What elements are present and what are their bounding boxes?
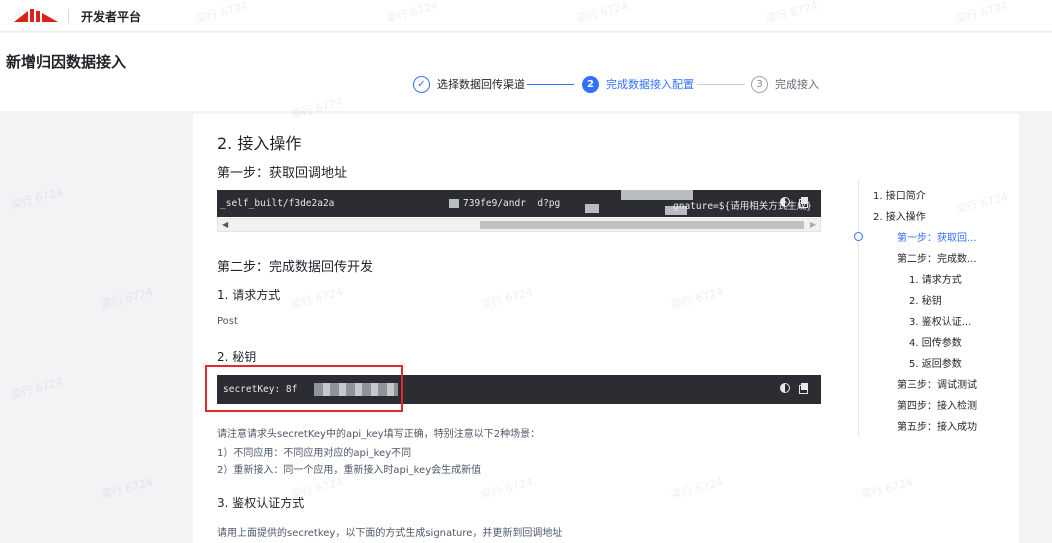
page-title: 新增归因数据接入	[6, 53, 127, 71]
watermark: 梁行 6724	[9, 375, 65, 402]
toc-item[interactable]: 第五步：接入成功	[897, 418, 977, 433]
toc-item[interactable]: 1. 接口简介	[873, 187, 926, 202]
secret-title: 2. 秘钥	[217, 350, 257, 364]
toc-item[interactable]: 2. 接入操作	[873, 208, 926, 223]
toc-item[interactable]: 1. 请求方式	[909, 271, 962, 286]
watermark: 梁行 6724	[99, 285, 155, 312]
toc-item[interactable]: 2. 秘钥	[909, 292, 942, 307]
progress-steps: ✓ 选择数据回传渠道 2 完成数据接入配置 3 完成接入	[0, 73, 1052, 95]
watermark: 梁行 6724	[9, 185, 65, 212]
top-navigation-bar: 开发者平台	[0, 0, 1052, 32]
watermark: 梁行 6724	[99, 475, 155, 502]
scroll-left-icon[interactable]: ◀	[222, 219, 228, 231]
logo-divider	[68, 9, 69, 23]
copy-icon[interactable]	[799, 383, 809, 394]
step-number: 2	[582, 75, 599, 93]
step-label: 完成接入	[775, 78, 819, 91]
toc-item[interactable]: 第二步：完成数...	[897, 250, 977, 265]
request-method-title: 1. 请求方式	[217, 288, 281, 302]
auth-description: 请用上面提供的secretkey，以下面的方式生成signature，并更新到回…	[217, 528, 563, 539]
step-select-channel: ✓ 选择数据回传渠道	[413, 73, 525, 95]
toc-item[interactable]: 5. 返回参数	[909, 355, 962, 370]
step-finish: 3 完成接入	[751, 73, 819, 95]
step-number: 3	[751, 75, 768, 93]
theme-toggle-icon[interactable]	[780, 197, 790, 207]
step2-title: 第二步：完成数据回传开发	[217, 260, 374, 275]
section-title: 2. 接入操作	[217, 134, 302, 153]
code-text: _self_built/f3de2a2a	[220, 198, 335, 209]
toc-current-marker-icon	[854, 232, 863, 241]
code-actions	[780, 383, 809, 394]
highlight-annotation	[205, 365, 403, 412]
platform-name[interactable]: 开发者平台	[81, 8, 141, 25]
request-method-value: Post	[217, 316, 238, 327]
horizontal-scrollbar[interactable]: ◀ ▶	[217, 218, 821, 232]
theme-toggle-icon[interactable]	[780, 383, 790, 393]
toc-item[interactable]: 第三步：调试测试	[897, 376, 977, 391]
note-line: 1）不同应用：不同应用对应的api_key不同	[217, 448, 412, 459]
auth-title: 3. 鉴权认证方式	[217, 496, 305, 510]
code-actions	[780, 197, 809, 208]
toc-item-active[interactable]: 第一步：获取回...	[897, 229, 977, 244]
scrollbar-thumb[interactable]	[480, 221, 804, 229]
redacted-area	[449, 199, 459, 208]
step-connector	[527, 84, 574, 85]
step-connector	[697, 84, 745, 85]
brand-logo[interactable]	[14, 8, 60, 28]
callback-url-code-block[interactable]: _self_built/f3de2a2a 739fe9/andr d?pg gn…	[217, 190, 821, 217]
note-line: 2）重新接入：同一个应用，重新接入时api_key会生成新值	[217, 465, 482, 476]
toc-item[interactable]: 第四步：接入检测	[897, 397, 977, 412]
toc-item[interactable]: 3. 鉴权认证...	[909, 313, 971, 328]
table-of-contents: 1. 接口简介 2. 接入操作 第一步：获取回... 第二步：完成数... 1.…	[854, 180, 1042, 435]
code-text: 739fe9/andr d?pg	[463, 198, 561, 209]
redacted-area	[585, 204, 599, 213]
step-config: 2 完成数据接入配置	[582, 73, 694, 95]
step-label: 选择数据回传渠道	[437, 78, 525, 91]
step1-title: 第一步：获取回调地址	[217, 166, 348, 181]
copy-icon[interactable]	[799, 197, 809, 208]
check-icon: ✓	[413, 75, 430, 93]
scroll-right-icon[interactable]: ▶	[810, 219, 816, 231]
note-line: 请注意请求头secretKey中的api_key填写正确，特别注意以下2种场景：	[217, 429, 541, 440]
toc-item[interactable]: 4. 回传参数	[909, 334, 962, 349]
page-header: 新增归因数据接入 ✓ 选择数据回传渠道 2 完成数据接入配置 3 完成接入	[0, 33, 1052, 111]
step-label: 完成数据接入配置	[606, 78, 694, 91]
